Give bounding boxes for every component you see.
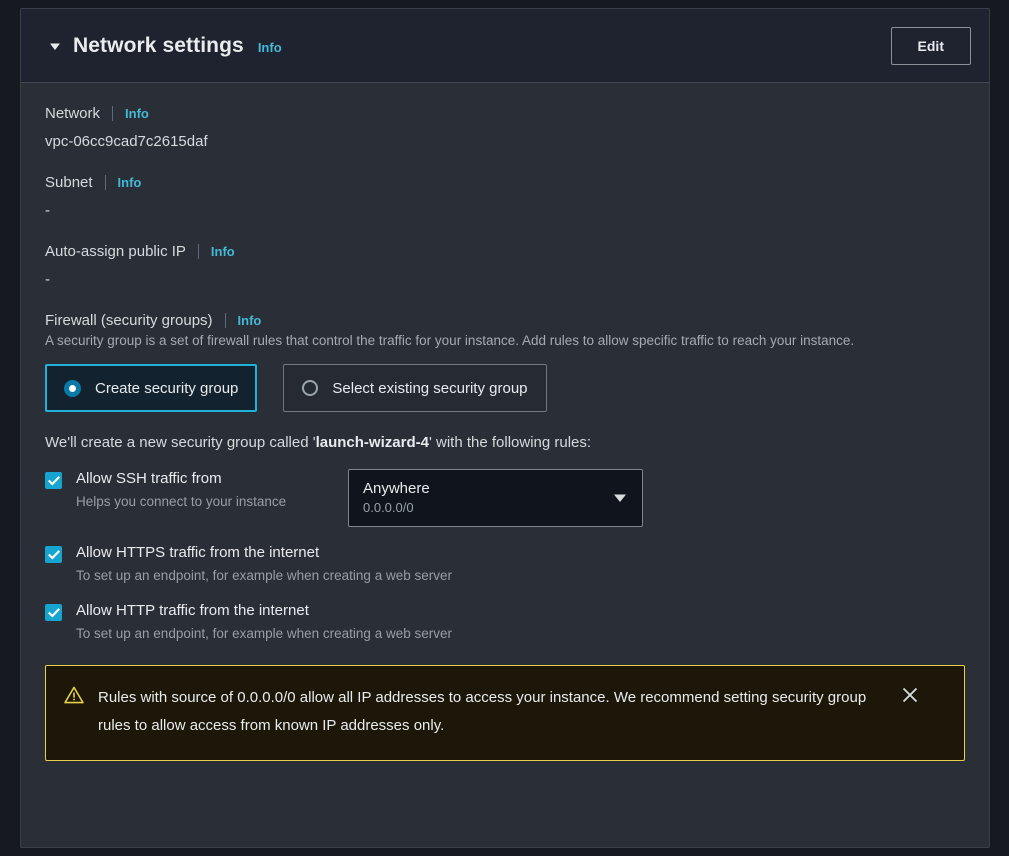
warning-alert: Rules with source of 0.0.0.0/0 allow all… bbox=[45, 665, 965, 761]
field-label-text: Network bbox=[45, 105, 100, 122]
radio-tile-select-existing-security-group[interactable]: Select existing security group bbox=[283, 364, 546, 412]
rule-row-ssh: Allow SSH traffic from Helps you connect… bbox=[45, 469, 965, 527]
rule-hint-ssh: Helps you connect to your instance bbox=[76, 492, 286, 511]
panel-body: Network Info vpc-06cc9cad7c2615daf Subne… bbox=[21, 83, 989, 787]
field-label-firewall: Firewall (security groups) Info bbox=[45, 312, 965, 329]
ssh-source-select[interactable]: Anywhere 0.0.0.0/0 bbox=[348, 469, 643, 527]
checkbox-allow-ssh[interactable] bbox=[45, 472, 62, 489]
field-label-subnet: Subnet Info bbox=[45, 174, 965, 191]
radio-tile-label: Create security group bbox=[95, 380, 238, 397]
security-group-name: launch-wizard-4 bbox=[316, 434, 429, 451]
radio-selected-icon bbox=[64, 380, 81, 397]
network-settings-panel: Network settings Info Edit Network Info … bbox=[20, 8, 990, 848]
ssh-source-cidr: 0.0.0.0/0 bbox=[363, 500, 430, 516]
rule-label-http: Allow HTTP traffic from the internet bbox=[76, 601, 452, 621]
field-label-network: Network Info bbox=[45, 105, 965, 122]
field-label-text: Firewall (security groups) bbox=[45, 312, 213, 329]
firewall-description: A security group is a set of firewall ru… bbox=[45, 331, 920, 350]
checkbox-allow-https[interactable] bbox=[45, 546, 62, 563]
radio-tile-label: Select existing security group bbox=[332, 380, 527, 397]
rule-label-ssh: Allow SSH traffic from bbox=[76, 469, 286, 489]
field-value-subnet: - bbox=[45, 201, 965, 221]
panel-header: Network settings Info Edit bbox=[21, 9, 989, 83]
info-link-firewall[interactable]: Info bbox=[238, 313, 262, 328]
field-label-auto-assign-public-ip: Auto-assign public IP Info bbox=[45, 243, 965, 260]
field-label-text: Auto-assign public IP bbox=[45, 243, 186, 260]
info-link-network[interactable]: Info bbox=[125, 106, 149, 121]
rules-intro: We'll create a new security group called… bbox=[45, 434, 965, 451]
label-separator bbox=[225, 313, 226, 328]
rule-hint-https: To set up an endpoint, for example when … bbox=[76, 566, 452, 585]
rule-label-https: Allow HTTPS traffic from the internet bbox=[76, 543, 452, 563]
radio-tile-create-security-group[interactable]: Create security group bbox=[45, 364, 257, 412]
close-icon[interactable] bbox=[900, 685, 920, 705]
rule-row-http: Allow HTTP traffic from the internet To … bbox=[45, 601, 965, 643]
info-link-network-settings[interactable]: Info bbox=[258, 40, 282, 55]
caret-down-icon[interactable] bbox=[45, 36, 65, 56]
info-link-subnet[interactable]: Info bbox=[118, 175, 142, 190]
page-title: Network settings bbox=[73, 34, 244, 58]
checkbox-allow-http[interactable] bbox=[45, 604, 62, 621]
rules-intro-prefix: We'll create a new security group called… bbox=[45, 434, 316, 451]
field-value-network: vpc-06cc9cad7c2615daf bbox=[45, 132, 965, 152]
info-link-auto-assign-public-ip[interactable]: Info bbox=[211, 244, 235, 259]
field-label-text: Subnet bbox=[45, 174, 93, 191]
edit-button[interactable]: Edit bbox=[891, 27, 971, 65]
ssh-source-value: Anywhere bbox=[363, 480, 430, 498]
warning-triangle-icon bbox=[64, 686, 84, 709]
field-value-auto-assign-public-ip: - bbox=[45, 270, 965, 290]
warning-alert-text: Rules with source of 0.0.0.0/0 allow all… bbox=[98, 684, 888, 740]
radio-unselected-icon bbox=[302, 380, 318, 396]
label-separator bbox=[112, 106, 113, 121]
label-separator bbox=[198, 244, 199, 259]
rule-row-https: Allow HTTPS traffic from the internet To… bbox=[45, 543, 965, 585]
security-group-option-group: Create security group Select existing se… bbox=[45, 364, 965, 412]
screen: Network settings Info Edit Network Info … bbox=[0, 0, 1009, 856]
chevron-down-icon bbox=[612, 492, 628, 504]
label-separator bbox=[105, 175, 106, 190]
rules-intro-suffix: ' with the following rules: bbox=[429, 434, 591, 451]
rule-hint-http: To set up an endpoint, for example when … bbox=[76, 624, 452, 643]
